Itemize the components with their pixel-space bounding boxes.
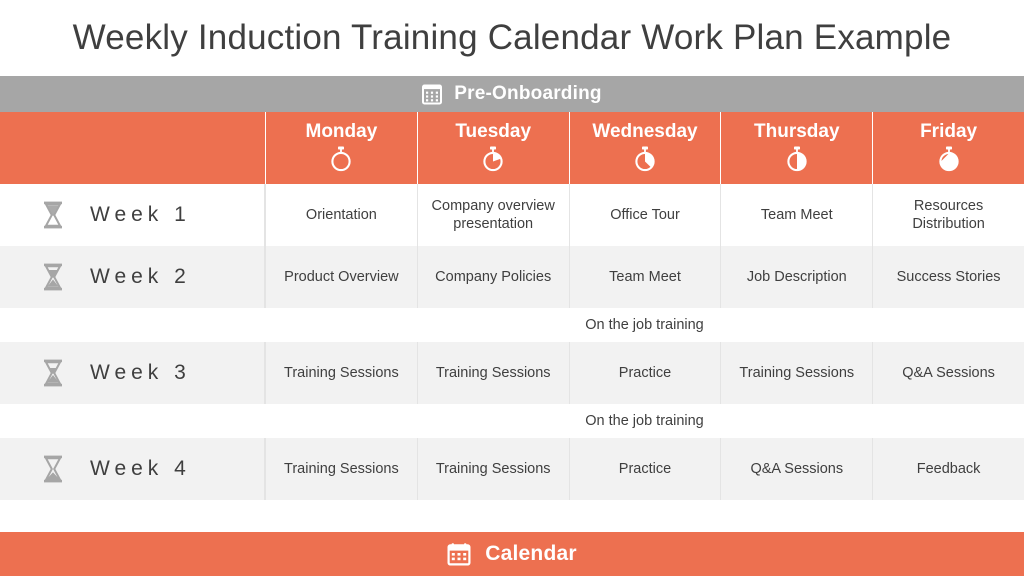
- hourglass-icon: [40, 454, 66, 484]
- calendar-footer-bar: Calendar: [0, 532, 1024, 576]
- cell-week4-tuesday[interactable]: Training Sessions: [416, 438, 569, 500]
- week-label-cell: Week 3: [0, 342, 265, 404]
- calendar-grid-icon: [422, 84, 443, 105]
- table-header-row: Monday Tuesday Wednesday Thursday Friday: [0, 112, 1024, 184]
- hourglass-icon: [40, 200, 66, 230]
- title-area: Weekly Induction Training Calendar Work …: [0, 0, 1024, 76]
- on-the-job-training-divider: On the job training: [0, 308, 1024, 342]
- cell-week3-thursday[interactable]: Training Sessions: [720, 342, 873, 404]
- table-row[interactable]: Week 1 Orientation Company overview pres…: [0, 184, 1024, 246]
- cell-week1-friday[interactable]: Resources Distribution: [872, 184, 1024, 246]
- cell-week1-tuesday[interactable]: Company overview presentation: [416, 184, 569, 246]
- training-calendar-table: Monday Tuesday Wednesday Thursday Friday…: [0, 112, 1024, 532]
- day-header-monday[interactable]: Monday: [265, 112, 417, 184]
- cell-week4-thursday[interactable]: Q&A Sessions: [720, 438, 873, 500]
- table-row[interactable]: Week 2 Product Overview Company Policies…: [0, 246, 1024, 308]
- header-corner-cell: [0, 112, 265, 184]
- table-row[interactable]: Week 4 Training Sessions Training Sessio…: [0, 438, 1024, 500]
- stopwatch-icon: [478, 144, 508, 174]
- day-header-label: Friday: [920, 120, 978, 142]
- week-label-cell: Week 2: [0, 246, 265, 308]
- week-label: Week 1: [90, 203, 191, 226]
- week-label: Week 2: [90, 265, 191, 288]
- day-header-label: Wednesday: [592, 120, 698, 142]
- cell-week3-wednesday[interactable]: Practice: [568, 342, 721, 404]
- cell-week4-wednesday[interactable]: Practice: [568, 438, 721, 500]
- slide-canvas: Weekly Induction Training Calendar Work …: [0, 0, 1024, 576]
- hourglass-icon: [40, 262, 66, 292]
- week-label-cell: Week 4: [0, 438, 265, 500]
- stopwatch-icon: [326, 144, 356, 174]
- hourglass-icon: [40, 358, 66, 388]
- divider-label: On the job training: [585, 413, 704, 429]
- stopwatch-icon: [934, 144, 964, 174]
- day-header-thursday[interactable]: Thursday: [720, 112, 873, 184]
- pre-onboarding-banner: Pre-Onboarding: [0, 76, 1024, 112]
- cell-week2-monday[interactable]: Product Overview: [265, 246, 417, 308]
- day-header-friday[interactable]: Friday: [872, 112, 1024, 184]
- cell-week2-wednesday[interactable]: Team Meet: [568, 246, 721, 308]
- day-header-label: Monday: [305, 120, 378, 142]
- stopwatch-icon: [630, 144, 660, 174]
- on-the-job-training-divider: On the job training: [0, 404, 1024, 438]
- cell-week3-monday[interactable]: Training Sessions: [265, 342, 417, 404]
- day-header-label: Thursday: [754, 120, 840, 142]
- footer-label: Calendar: [485, 542, 577, 565]
- week-label: Week 4: [90, 457, 191, 480]
- day-header-label: Tuesday: [455, 120, 532, 142]
- table-row[interactable]: Week 3 Training Sessions Training Sessio…: [0, 342, 1024, 404]
- cell-week3-tuesday[interactable]: Training Sessions: [416, 342, 569, 404]
- cell-week3-friday[interactable]: Q&A Sessions: [872, 342, 1024, 404]
- banner-label: Pre-Onboarding: [454, 83, 602, 104]
- page-title: Weekly Induction Training Calendar Work …: [72, 18, 952, 57]
- divider-center: On the job training: [265, 413, 1024, 429]
- cell-week2-tuesday[interactable]: Company Policies: [416, 246, 569, 308]
- divider-label: On the job training: [585, 317, 704, 333]
- week-label: Week 3: [90, 361, 191, 384]
- cell-week1-monday[interactable]: Orientation: [265, 184, 417, 246]
- cell-week2-thursday[interactable]: Job Description: [720, 246, 873, 308]
- stopwatch-icon: [782, 144, 812, 174]
- cell-week1-wednesday[interactable]: Office Tour: [568, 184, 721, 246]
- day-header-tuesday[interactable]: Tuesday: [416, 112, 569, 184]
- divider-center: On the job training: [265, 317, 1024, 333]
- cell-week2-friday[interactable]: Success Stories: [872, 246, 1024, 308]
- week-label-cell: Week 1: [0, 184, 265, 246]
- cell-week1-thursday[interactable]: Team Meet: [720, 184, 873, 246]
- cell-week4-monday[interactable]: Training Sessions: [265, 438, 417, 500]
- cell-week4-friday[interactable]: Feedback: [872, 438, 1024, 500]
- day-header-wednesday[interactable]: Wednesday: [568, 112, 721, 184]
- calendar-icon: [447, 542, 471, 566]
